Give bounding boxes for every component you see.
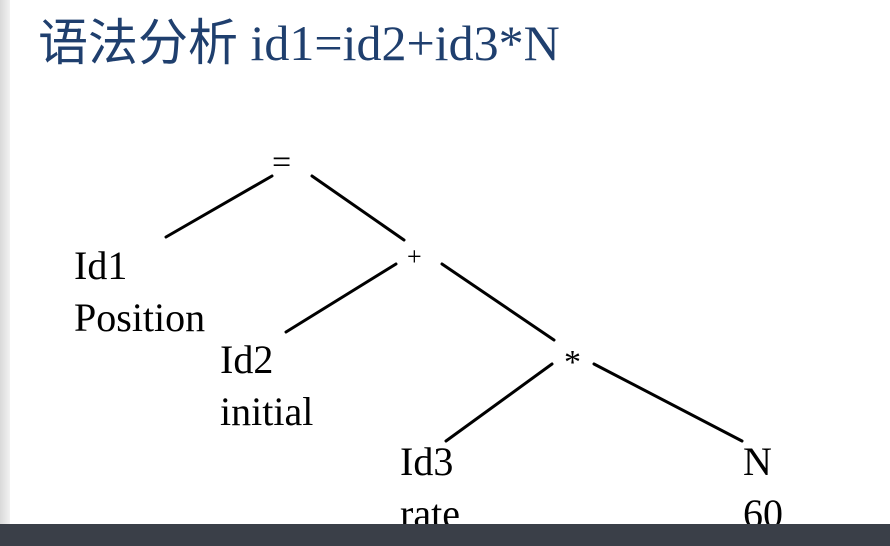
node-assign-operator: = — [272, 144, 292, 181]
leaf-id3: Id3 rate — [400, 436, 460, 524]
leaf-id3-name: Id3 — [400, 439, 454, 484]
edge-times-n — [592, 362, 744, 443]
leaf-n-value: 60 — [743, 491, 783, 524]
leaf-id1-name: Id1 — [74, 243, 128, 288]
leaf-id1: Id1 Position — [74, 240, 205, 344]
leaf-id2-name: Id2 — [220, 337, 274, 382]
node-times-operator: * — [564, 344, 581, 381]
node-plus-operator: + — [407, 242, 422, 271]
leaf-id2-value: initial — [220, 389, 314, 434]
leaf-id1-value: Position — [74, 295, 206, 340]
leaf-id3-value: rate — [400, 491, 460, 524]
edge-assign-id1 — [164, 174, 274, 239]
leaf-id2: Id2 initial — [220, 334, 313, 438]
edge-times-id3 — [444, 362, 554, 443]
window-left-edge — [0, 0, 10, 546]
edge-plus-id2 — [284, 262, 398, 334]
edge-plus-times — [440, 262, 556, 342]
leaf-n: N 60 — [743, 436, 783, 524]
leaf-n-name: N — [743, 439, 772, 484]
bottom-taskbar — [0, 524, 890, 546]
edge-assign-plus — [310, 174, 406, 242]
slide: 语法分析 id1=id2+id3*N = + * Id1 Position Id… — [10, 0, 890, 524]
